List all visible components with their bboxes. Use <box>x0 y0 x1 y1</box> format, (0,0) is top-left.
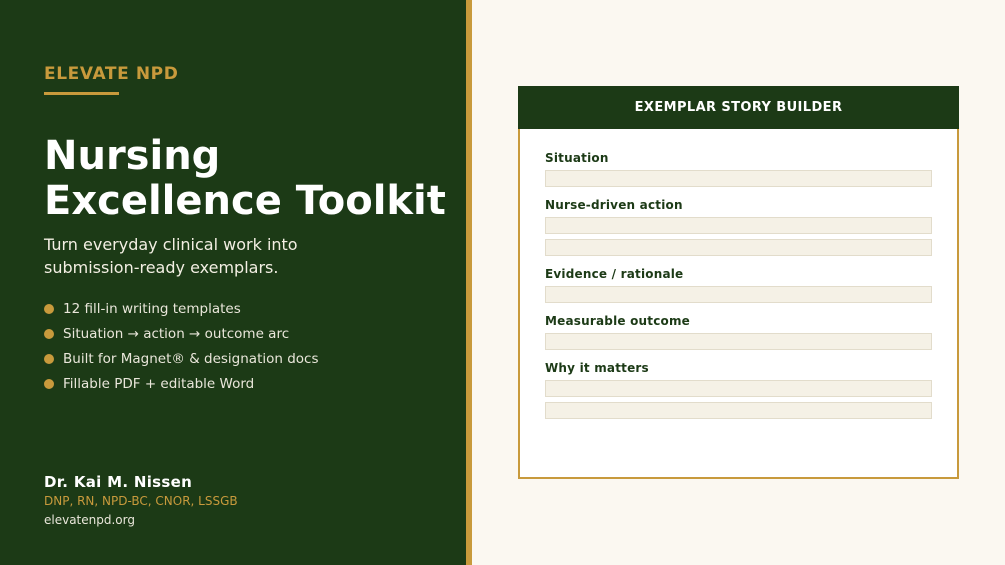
bullet-dot-icon <box>44 303 54 314</box>
left-panel: ELEVATE NPD Nursing Excellence Toolkit T… <box>0 0 466 565</box>
brand-underline <box>44 92 119 95</box>
story-builder-header: EXEMPLAR STORY BUILDER <box>518 86 959 129</box>
page-title: Nursing Excellence Toolkit <box>44 134 464 224</box>
why-it-matters-input-line-2[interactable] <box>545 402 932 419</box>
situation-input-line[interactable] <box>545 170 932 187</box>
feature-text: Built for Magnet® & designation docs <box>63 350 319 367</box>
bullet-dot-icon <box>44 328 54 339</box>
evidence-rationale-input-line[interactable] <box>545 286 932 303</box>
feature-text: Situation → action → outcome arc <box>63 325 290 342</box>
bullet-dot-icon <box>44 378 54 389</box>
feature-item: Built for Magnet® & designation docs <box>44 346 319 371</box>
nurse-driven-action-input-line-1[interactable] <box>545 217 932 234</box>
field-label-evidence-rationale: Evidence / rationale <box>545 267 684 281</box>
author-name: Dr. Kai M. Nissen <box>44 473 193 491</box>
title-line-2: Excellence Toolkit <box>44 178 446 224</box>
bullet-dot-icon <box>44 353 54 364</box>
feature-item: Fillable PDF + editable Word <box>44 371 319 396</box>
feature-text: Fillable PDF + editable Word <box>63 375 255 392</box>
subtitle-line-2: submission-ready exemplars. <box>44 258 279 277</box>
author-website: elevatenpd.org <box>44 513 135 527</box>
field-label-measurable-outcome: Measurable outcome <box>545 314 691 328</box>
feature-text: 12 fill-in writing templates <box>63 300 241 317</box>
author-credentials: DNP, RN, NPD-BC, CNOR, LSSGB <box>44 494 238 508</box>
nurse-driven-action-input-line-2[interactable] <box>545 239 932 256</box>
feature-item: 12 fill-in writing templates <box>44 296 319 321</box>
brand-name: ELEVATE NPD <box>44 64 179 84</box>
measurable-outcome-input-line[interactable] <box>545 333 932 350</box>
subtitle: Turn everyday clinical work into submiss… <box>44 233 444 279</box>
subtitle-line-1: Turn everyday clinical work into <box>44 235 298 254</box>
title-line-1: Nursing <box>44 133 221 179</box>
field-label-nurse-driven-action: Nurse-driven action <box>545 198 683 212</box>
feature-list: 12 fill-in writing templates Situation →… <box>44 296 319 396</box>
field-label-why-it-matters: Why it matters <box>545 361 649 375</box>
feature-item: Situation → action → outcome arc <box>44 321 319 346</box>
story-builder-card: EXEMPLAR STORY BUILDER Situation Nurse-d… <box>518 86 959 479</box>
why-it-matters-input-line-1[interactable] <box>545 380 932 397</box>
field-label-situation: Situation <box>545 151 609 165</box>
